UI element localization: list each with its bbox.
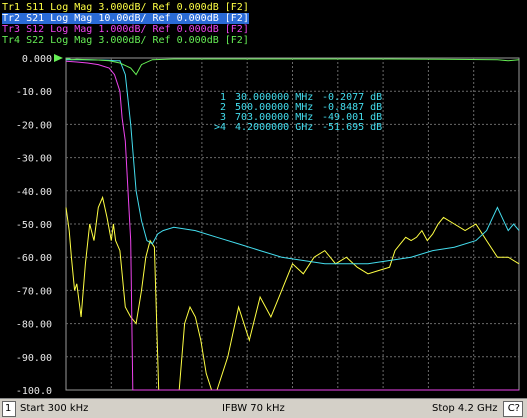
plot-area[interactable]: 0.000 -10.00 -20.00 -30.00 -40.00 -50.00 -60.0…	[0, 0, 527, 398]
y-tick-label: -100.0	[16, 386, 52, 397]
y-tick-label: -20.00	[16, 120, 52, 131]
trace-header: Tr1 S11 Log Mag 3.000dB/ Ref 0.000dB [F2…	[0, 0, 527, 52]
calibration-status: C?	[507, 403, 520, 414]
start-frequency[interactable]: Start 300 kHz	[20, 403, 88, 414]
trace-label-tr4[interactable]: Tr4 S22 Log Mag 3.000dB/ Ref 0.000dB [F2…	[2, 35, 249, 46]
y-tick-label: -30.00	[16, 154, 52, 165]
ifbw-setting[interactable]: IFBW 70 kHz	[222, 403, 285, 414]
trace-label-text: Tr4 S22 Log Mag 3.000dB/ Ref 0.000dB [F2…	[2, 35, 249, 46]
status-bar: 1 Start 300 kHz IFBW 70 kHz Stop 4.2 GHz…	[0, 398, 527, 418]
trace-label-text: Tr1 S11 Log Mag 3.000dB/ Ref 0.000dB [F2…	[2, 2, 249, 13]
y-tick-label: 0.000	[22, 54, 52, 65]
y-tick-label: -50.00	[16, 220, 52, 231]
trace-label-tr1[interactable]: Tr1 S11 Log Mag 3.000dB/ Ref 0.000dB [F2…	[2, 2, 249, 13]
marker-frequency: 4.2000000 GHz	[235, 122, 313, 133]
y-tick-label: -10.00	[16, 87, 52, 98]
trace-label-tr3[interactable]: Tr3 S12 Log Mag 1.000dB/ Ref 0.000dB [F2…	[2, 24, 249, 35]
vna-screen: 0.000 -10.00 -20.00 -30.00 -40.00 -50.00 -60.0…	[0, 0, 527, 418]
y-tick-label: -70.00	[16, 286, 52, 297]
y-tick-label: -40.00	[16, 187, 52, 198]
trace-label-tr2[interactable]: Tr2 S21 Log Mag 10.00dB/ Ref 0.000dB [F2…	[2, 13, 249, 24]
marker-number: >4	[214, 122, 226, 133]
trace-label-text: Tr3 S12 Log Mag 1.000dB/ Ref 0.000dB [F2…	[2, 24, 249, 35]
channel-number: 1	[5, 403, 12, 414]
y-tick-label: -90.00	[16, 353, 52, 364]
stop-frequency[interactable]: Stop 4.2 GHz	[432, 403, 498, 414]
y-tick-label: -80.00	[16, 320, 52, 331]
y-tick-label: -60.00	[16, 253, 52, 264]
reference-level-arrow	[54, 54, 63, 62]
trace-label-text: Tr2 S21 Log Mag 10.00dB/ Ref 0.000dB [F2…	[2, 13, 249, 24]
marker-value: -51.695 dB	[322, 122, 382, 133]
